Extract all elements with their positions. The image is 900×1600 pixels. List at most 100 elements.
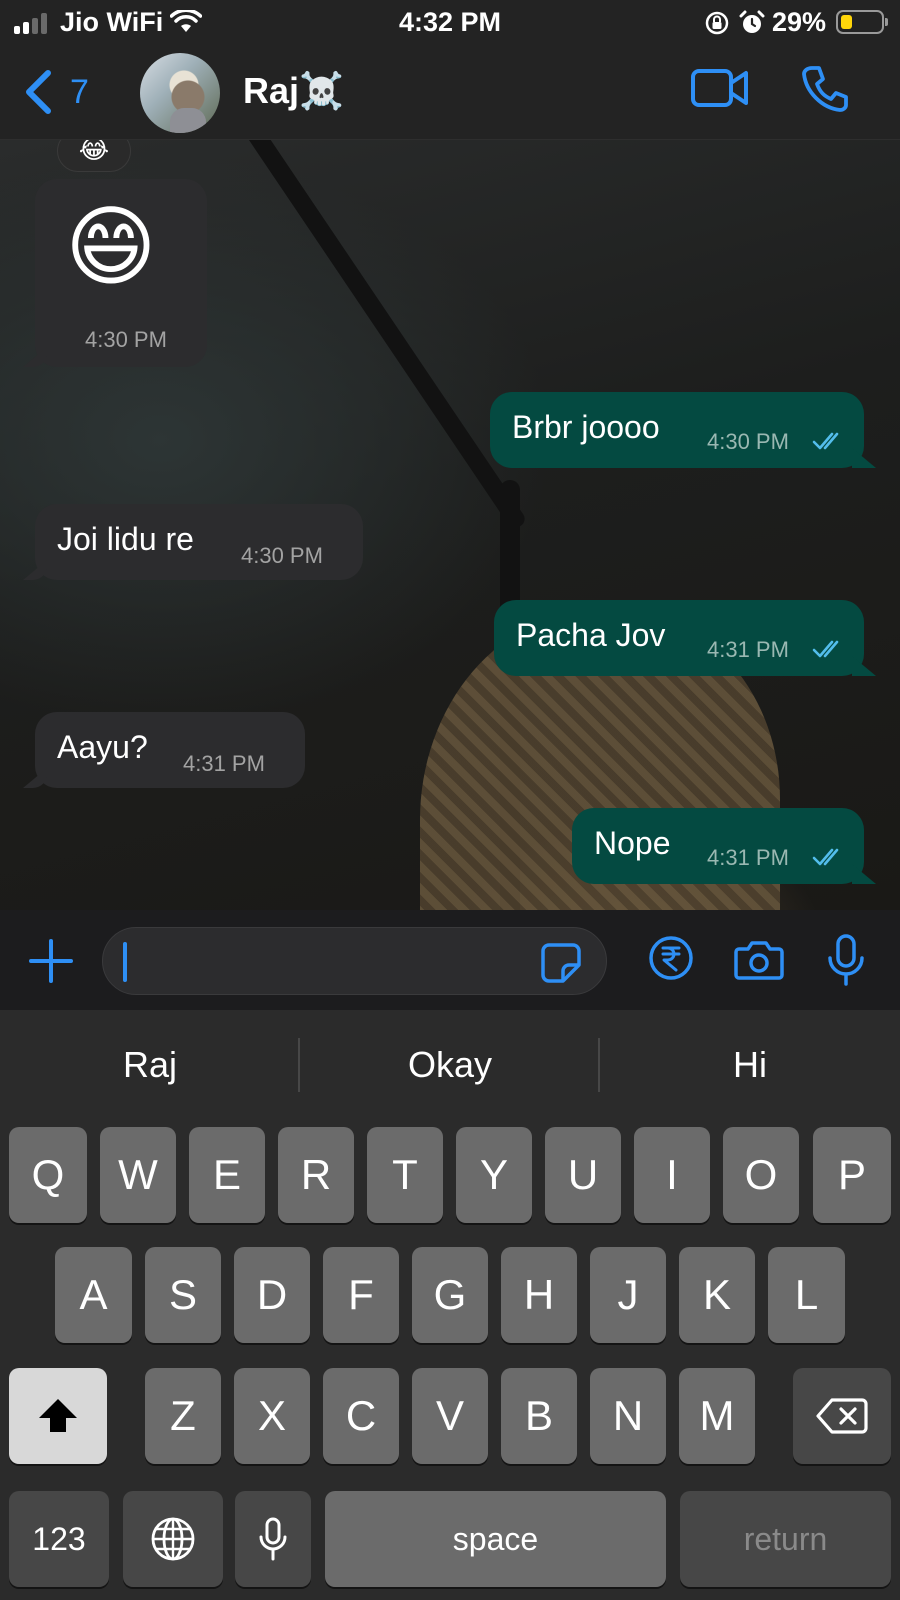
sticker-button[interactable] [539,941,583,990]
attach-button[interactable] [28,938,74,989]
unread-count: 7 [70,72,89,111]
microphone-icon [828,934,864,986]
message-time: 4:31 PM [183,751,265,776]
bubble-tail [23,768,47,788]
read-receipt-icon [812,432,839,450]
chevron-left-icon [26,70,51,114]
message-time: 4:30 PM [85,327,167,352]
battery-level [841,15,852,29]
key-j[interactable]: J [590,1247,666,1343]
status-bar: Jio WiFi 4:32 PM 29% [0,0,900,46]
chat-header: 7 Raj☠️ [0,46,900,140]
key-x[interactable]: X [234,1368,310,1464]
message-text: Aayu? [57,729,148,765]
key-d[interactable]: D [234,1247,310,1343]
alarm-icon [738,9,766,42]
shift-key[interactable] [9,1368,107,1464]
battery-percentage: 29% [772,7,827,37]
message-composer [0,910,900,1010]
rupee-icon [649,936,693,980]
key-f[interactable]: F [323,1247,399,1343]
key-m[interactable]: M [679,1368,755,1464]
text-cursor [123,942,127,982]
key-b[interactable]: B [501,1368,577,1464]
read-receipt-icon [812,640,839,658]
key-h[interactable]: H [501,1247,577,1343]
key-u[interactable]: U [545,1127,621,1223]
voice-call-button[interactable] [800,64,850,119]
incoming-message[interactable]: Joi lidu re 4:30 PM [23,504,363,580]
dictation-key[interactable] [235,1491,311,1587]
key-s[interactable]: S [145,1247,221,1343]
message-time: 4:31 PM [707,637,789,662]
key-i[interactable]: I [634,1127,710,1223]
message-text: Pacha Jov [516,617,666,653]
outgoing-message[interactable]: Brbr joooo 4:30 PM [490,392,876,468]
key-a[interactable]: A [55,1247,132,1343]
message-time: 4:30 PM [707,429,789,454]
message-text: Nope [594,825,671,861]
bubble-tail [852,864,876,884]
globe-icon [151,1517,195,1561]
phone-icon [802,66,848,112]
contact-avatar[interactable] [140,53,220,133]
key-t[interactable]: T [367,1127,443,1223]
numbers-key[interactable]: 123 [9,1491,109,1587]
outgoing-message[interactable]: Pacha Jov 4:31 PM [494,600,876,676]
bubble-tail [852,448,876,468]
key-n[interactable]: N [590,1368,666,1464]
key-g[interactable]: G [412,1247,488,1343]
bubble-tail [852,656,876,676]
return-key[interactable]: return [680,1491,891,1587]
video-call-button[interactable] [690,66,750,115]
wallpaper-detail [222,140,528,532]
predictive-bar: Raj Okay Hi [0,1010,900,1120]
suggestion[interactable]: Okay [300,1010,600,1120]
camera-icon [734,941,784,980]
message-text: Joi lidu re [57,521,194,557]
shift-icon [39,1399,77,1432]
suggestion[interactable]: Hi [600,1010,900,1120]
key-o[interactable]: O [723,1127,799,1223]
key-y[interactable]: Y [456,1127,532,1223]
chat-area[interactable]: 😂 😄 4:30 PM Brbr joooo 4:30 PM Joi lidu … [0,140,900,910]
sticker-icon [541,943,581,983]
backspace-icon [816,1398,868,1434]
key-p[interactable]: P [813,1127,891,1223]
camera-button[interactable] [734,939,784,986]
message-text: 😄 [65,197,157,296]
key-c[interactable]: C [323,1368,399,1464]
message-time: 4:31 PM [707,845,789,870]
voice-message-button[interactable] [826,934,866,991]
outgoing-message[interactable]: Nope 4:31 PM [572,808,876,884]
video-camera-icon [691,69,748,107]
space-key[interactable]: space [325,1491,666,1587]
message-reaction[interactable]: 😂 [57,140,131,172]
keyboard: Raj Okay Hi Q W E R T Y U I O P A S D F … [0,1010,900,1600]
globe-key[interactable] [123,1491,223,1587]
backspace-key[interactable] [793,1368,891,1464]
key-k[interactable]: K [679,1247,755,1343]
payment-button[interactable] [648,935,694,986]
suggestion[interactable]: Raj [0,1010,300,1120]
contact-name[interactable]: Raj☠️ [243,70,344,112]
back-button[interactable]: 7 [24,66,89,118]
incoming-message[interactable]: Aayu? 4:31 PM [23,712,305,788]
rotation-lock-icon [704,10,730,41]
key-v[interactable]: V [412,1368,488,1464]
bubble-tail [23,347,47,367]
message-input[interactable] [102,927,607,995]
key-l[interactable]: L [768,1247,845,1343]
key-z[interactable]: Z [145,1368,221,1464]
key-r[interactable]: R [278,1127,354,1223]
read-receipt-icon [812,848,839,866]
message-time: 4:30 PM [241,543,323,568]
key-e[interactable]: E [189,1127,265,1223]
battery-icon [836,10,888,34]
incoming-message[interactable]: 😄 4:30 PM [23,179,207,367]
key-q[interactable]: Q [9,1127,87,1223]
plus-icon [29,939,73,983]
microphone-icon [259,1517,287,1561]
key-w[interactable]: W [100,1127,176,1223]
message-text: Brbr joooo [512,409,660,445]
